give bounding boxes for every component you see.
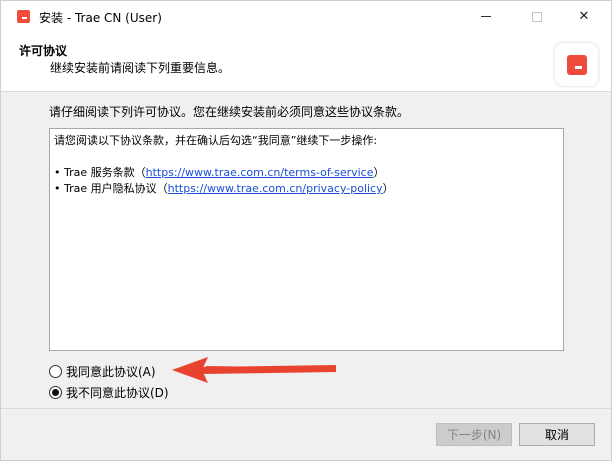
annotation-arrow-icon xyxy=(172,357,336,383)
maximize-icon xyxy=(532,11,542,22)
trae-logo-icon xyxy=(567,55,587,75)
disagree-option[interactable]: 我不同意此协议(D) xyxy=(49,384,169,401)
license-item-terms: • Trae 服务条款（https://www.trae.com.cn/term… xyxy=(54,165,559,181)
trae-logo-tile xyxy=(555,43,598,86)
title-bar[interactable]: 安装 - Trae CN (User) ✕ xyxy=(1,1,611,32)
terms-prefix: • Trae 服务条款（ xyxy=(54,166,146,179)
license-spacer xyxy=(54,149,559,165)
agree-radio[interactable] xyxy=(49,365,62,378)
page-title: 许可协议 xyxy=(19,44,68,58)
privacy-prefix: • Trae 用户隐私协议（ xyxy=(54,182,168,195)
trae-app-icon xyxy=(17,10,30,23)
agree-option[interactable]: 我同意此协议(A) xyxy=(49,363,156,380)
maximize-button[interactable] xyxy=(514,1,560,32)
privacy-policy-link[interactable]: https://www.trae.com.cn/privacy-policy xyxy=(168,182,383,195)
terms-suffix: ） xyxy=(373,166,385,179)
agree-label[interactable]: 我同意此协议(A) xyxy=(66,363,156,380)
footer-divider xyxy=(1,408,611,409)
disagree-label[interactable]: 我不同意此协议(D) xyxy=(66,384,169,401)
disagree-radio[interactable] xyxy=(49,386,62,399)
privacy-suffix: ） xyxy=(382,182,394,195)
license-item-privacy: • Trae 用户隐私协议（https://www.trae.com.cn/pr… xyxy=(54,181,559,197)
page-subtitle: 继续安装前请阅读下列重要信息。 xyxy=(50,61,231,75)
license-text-box[interactable]: 请您阅读以下协议条款，并在确认后勾选“我同意”继续下一步操作: • Trae 服… xyxy=(49,128,564,351)
license-intro: 请您阅读以下协议条款，并在确认后勾选“我同意”继续下一步操作: xyxy=(54,134,378,147)
minimize-button[interactable] xyxy=(463,1,509,32)
terms-of-service-link[interactable]: https://www.trae.com.cn/terms-of-service xyxy=(146,166,374,179)
installer-window: 安装 - Trae CN (User) ✕ 许可协议 继续安装前请阅读下列重要信… xyxy=(0,0,612,461)
instruction-text: 请仔细阅读下列许可协议。您在继续安装前必须同意这些协议条款。 xyxy=(49,105,410,119)
window-title: 安装 - Trae CN (User) xyxy=(39,11,162,25)
close-button[interactable]: ✕ xyxy=(561,1,607,32)
next-button[interactable]: 下一步(N) xyxy=(436,423,512,446)
cancel-button[interactable]: 取消 xyxy=(519,423,595,446)
page-header: 许可协议 继续安装前请阅读下列重要信息。 xyxy=(1,32,611,92)
close-icon: ✕ xyxy=(578,9,590,24)
minimize-icon xyxy=(481,16,491,17)
